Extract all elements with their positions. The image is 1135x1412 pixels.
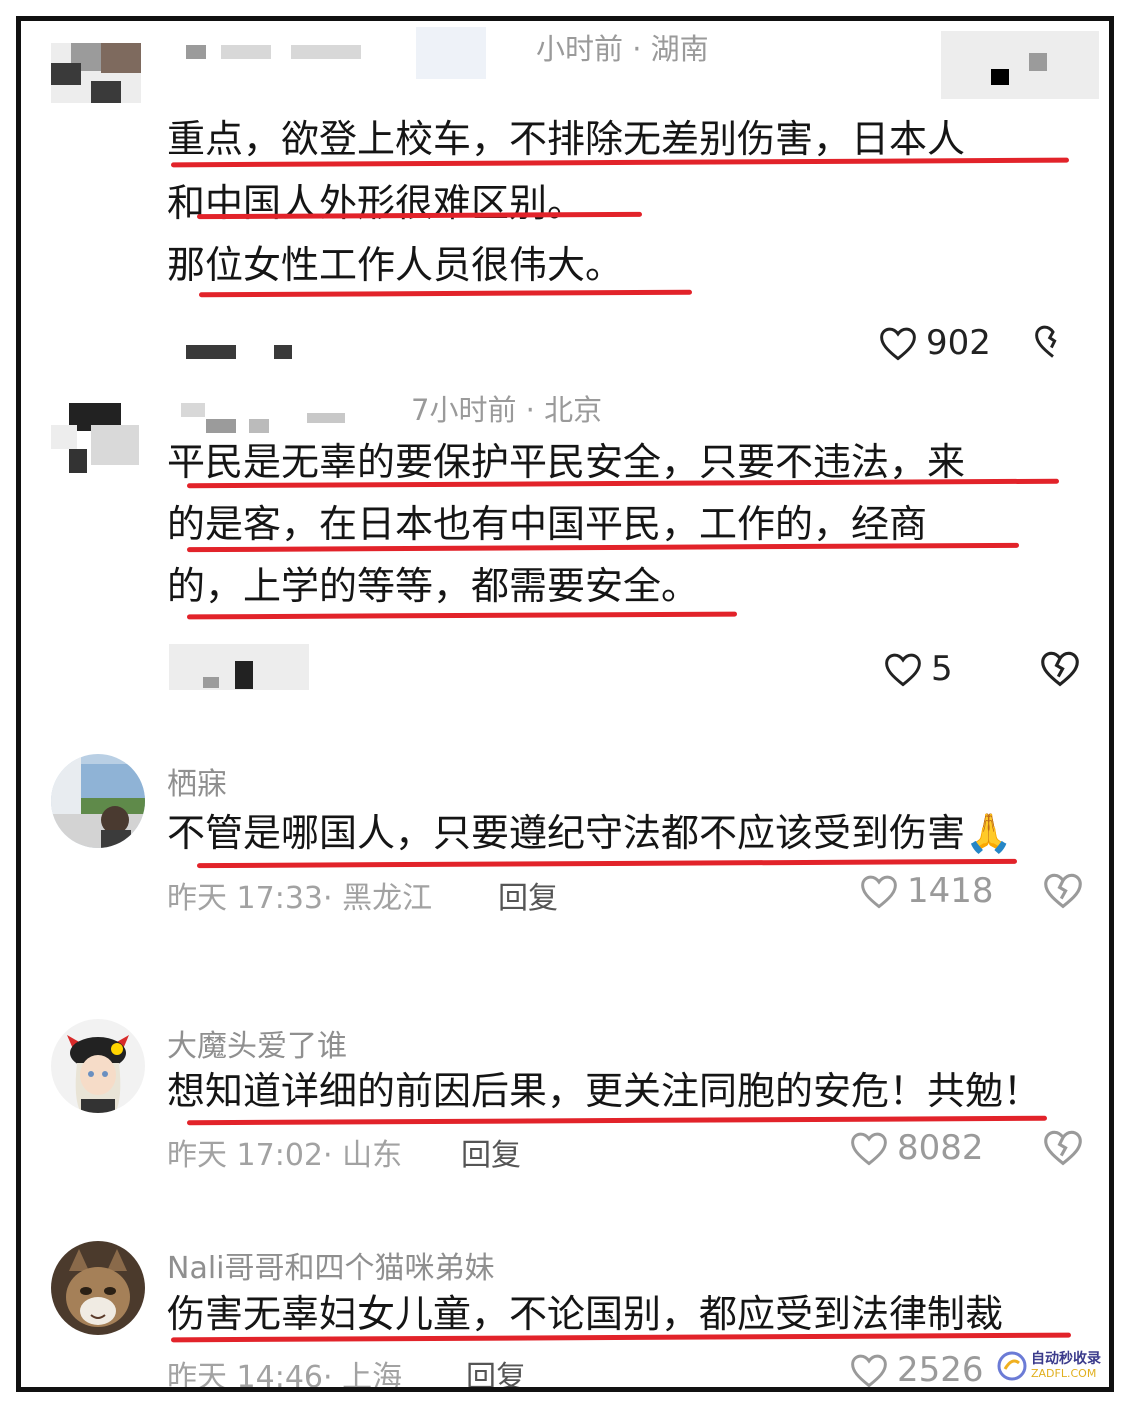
avatar[interactable]	[51, 1019, 145, 1113]
reply-button[interactable]: 回复	[466, 1352, 526, 1387]
comment-text-line: 不管是哪国人，只要遵纪守法都不应该受到伤害🙏	[167, 811, 1013, 855]
comment-text-line: 的，上学的等等，都需要安全。	[167, 564, 700, 608]
username-blurred	[416, 27, 486, 79]
comment-meta: 7小时前 · 北京	[411, 393, 603, 427]
comment-meta: 小时前 · 湖南	[536, 32, 709, 66]
like-button[interactable]: 8082	[849, 1128, 984, 1168]
like-button[interactable]: 5	[883, 649, 953, 689]
redacted-box	[235, 661, 253, 689]
redacted-box	[274, 345, 292, 359]
reply-button[interactable]: 回复	[498, 873, 558, 917]
avatar[interactable]	[51, 1241, 145, 1335]
dislike-icon[interactable]	[1042, 871, 1084, 909]
username-blurred	[221, 45, 271, 59]
heart-icon	[849, 1130, 889, 1166]
like-count: 2526	[897, 1350, 984, 1390]
avatar[interactable]	[51, 754, 145, 848]
watermark-subtext: ZADFL.COM	[1031, 1367, 1097, 1380]
like-count: 902	[926, 323, 991, 363]
dislike-icon[interactable]	[1042, 1128, 1084, 1166]
like-button[interactable]: 2526	[849, 1350, 984, 1390]
redacted-box	[186, 345, 236, 359]
username[interactable]: 栖寐	[167, 759, 227, 803]
heart-icon	[849, 1352, 889, 1387]
username-blurred	[291, 45, 361, 59]
reply-button[interactable]: 回复	[461, 1130, 521, 1174]
dislike-icon[interactable]	[1039, 649, 1081, 687]
comment-text-line: 想知道详细的前因后果，更关注同胞的安危！共勉！	[167, 1069, 1042, 1113]
watermark-logo-icon	[997, 1351, 1027, 1381]
like-count: 1418	[907, 871, 994, 911]
like-count: 8082	[897, 1128, 984, 1168]
redacted-box	[1029, 53, 1047, 71]
comment-text-line: 和中国人外形很难区别。	[167, 181, 586, 225]
like-button[interactable]: 1418	[859, 871, 994, 911]
comment-text-line: 那位女性工作人员很伟大。	[167, 243, 624, 287]
heart-icon	[878, 325, 918, 361]
redacted-box	[941, 31, 1099, 99]
comment-timestamp: 昨天 14:46· 上海	[167, 1360, 403, 1392]
comment-screenshot-frame: 小时前 · 湖南 重点，欲登上校车，不排除无差别伤害，日本人 和中国人外形很难区…	[16, 16, 1114, 1392]
avatar-blurred[interactable]	[51, 403, 141, 473]
watermark: 自动秒收录 ZADFL.COM	[997, 1351, 1101, 1381]
username-blurred	[307, 413, 345, 423]
dislike-icon[interactable]	[1033, 323, 1065, 363]
username-blurred	[181, 403, 205, 417]
username[interactable]: 大魔头爱了谁	[167, 1021, 347, 1065]
comment-timestamp: 昨天 17:02· 山东	[167, 1138, 403, 1173]
like-count: 5	[931, 649, 953, 689]
username-blurred	[186, 45, 206, 59]
redacted-box	[203, 677, 219, 688]
heart-icon	[859, 873, 899, 909]
comment-timestamp: 昨天 17:33· 黑龙江	[167, 881, 433, 916]
watermark-text: 自动秒收录	[1031, 1351, 1101, 1367]
redacted-box	[991, 69, 1009, 85]
heart-icon	[883, 651, 923, 687]
like-button[interactable]: 902	[878, 323, 991, 363]
avatar-blurred[interactable]	[51, 43, 141, 103]
username[interactable]: Nali哥哥和四个猫咪弟妹	[167, 1243, 495, 1287]
